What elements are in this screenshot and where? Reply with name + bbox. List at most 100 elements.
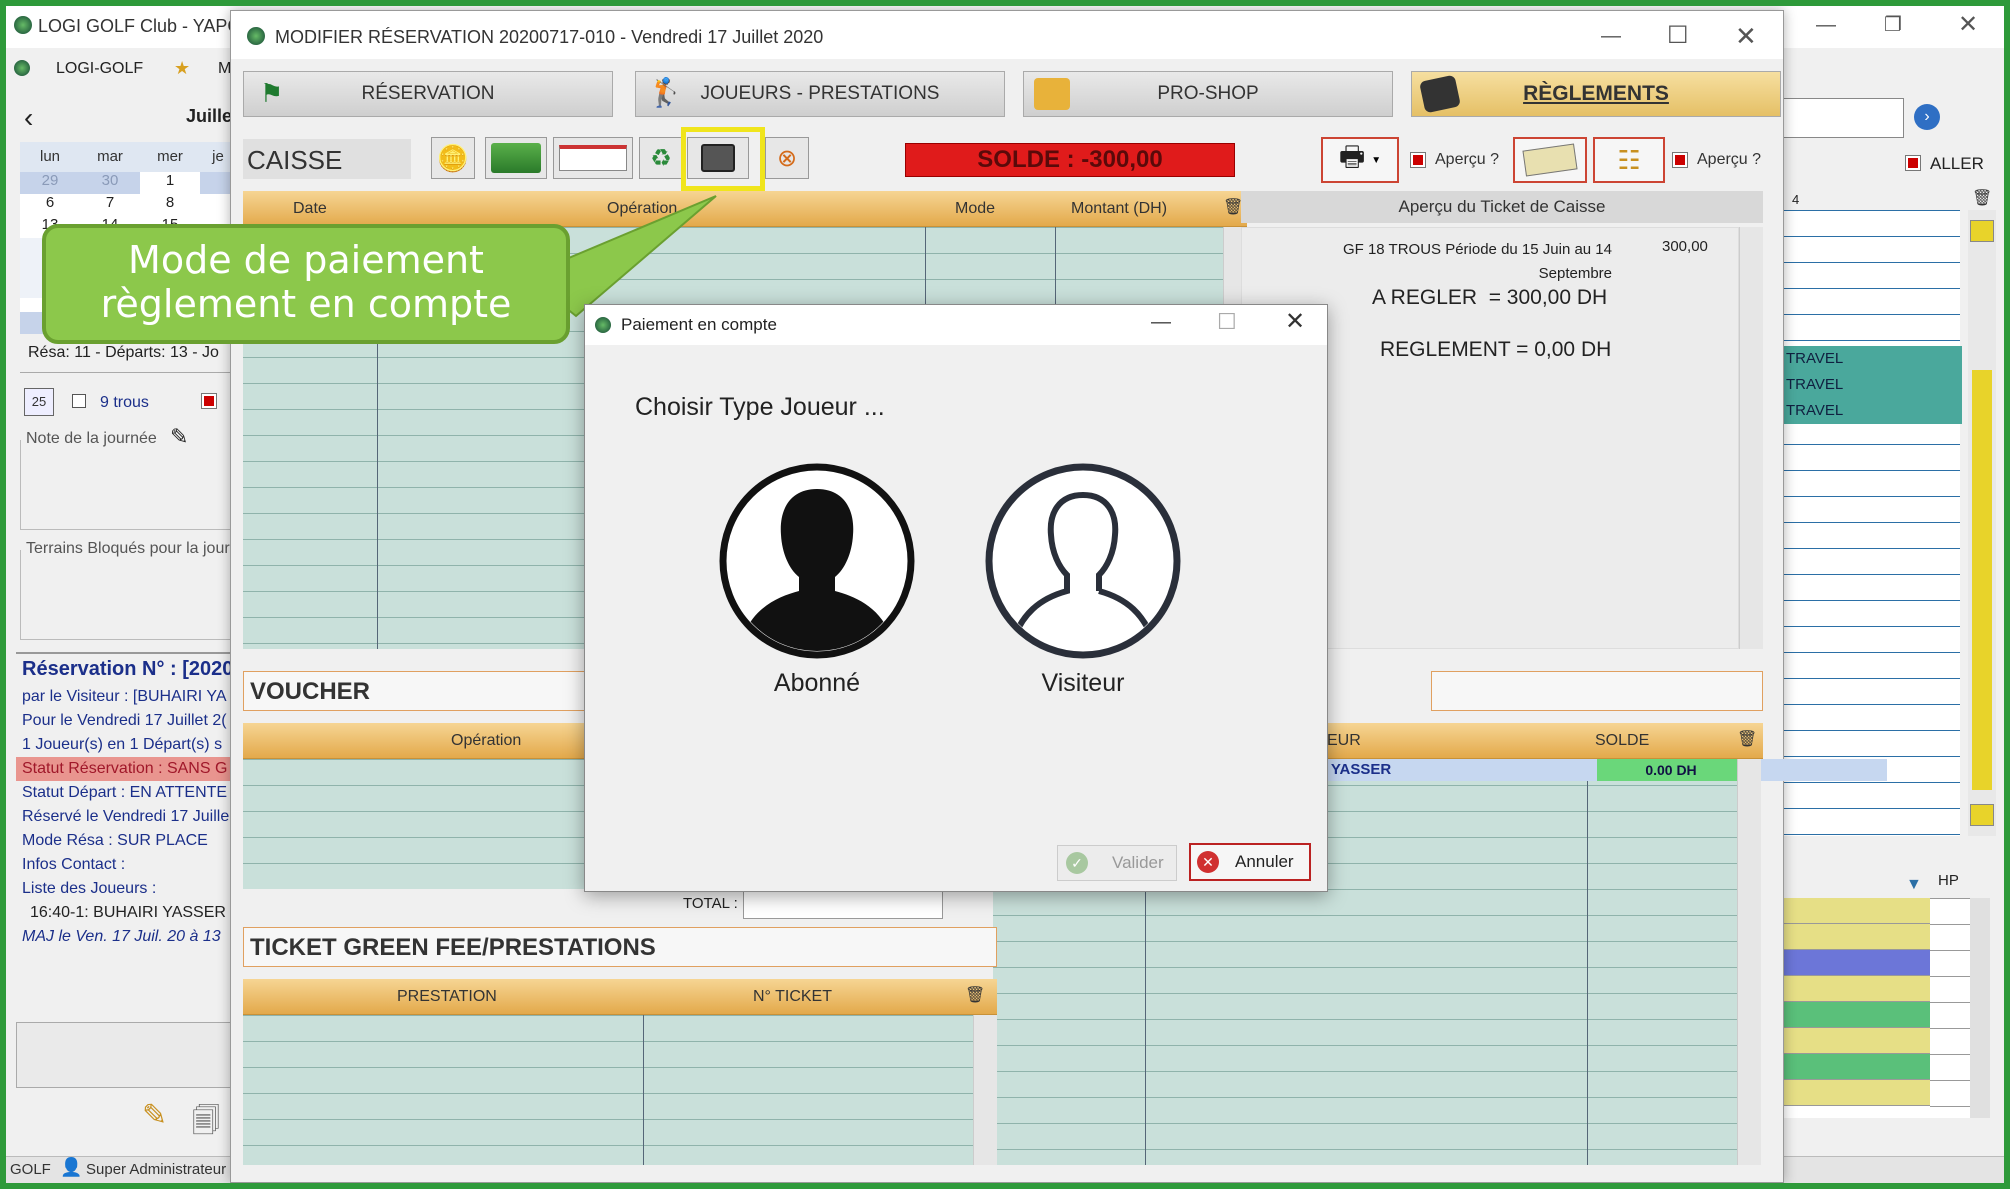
list-button[interactable]: ☷ [1593, 137, 1665, 183]
tab-joueurs-label: JOUEURS - PRESTATIONS [700, 83, 940, 104]
aller-label: ALLER [1930, 154, 1984, 173]
solde-text: SOLDE : -300,00 [977, 146, 1163, 173]
cal-day[interactable]: 6 [20, 194, 80, 216]
ticket-preview-header: Aperçu du Ticket de Caisse [1241, 191, 1763, 223]
member-avatar-icon [719, 463, 915, 659]
tab-joueurs[interactable]: 🏌 JOUEURS - PRESTATIONS [635, 71, 1005, 117]
flag-icon: ⚑ [260, 78, 284, 108]
bg-restore-button[interactable]: ❐ [1884, 12, 1902, 37]
cancel-payment-button[interactable]: ⊗ [765, 137, 809, 179]
right-lower-scroll[interactable] [1970, 898, 1990, 1118]
voucher-col-operation[interactable]: Opération [451, 732, 521, 750]
cal-day[interactable]: 8 [140, 194, 200, 216]
tab-proshop-label: PRO-SHOP [1157, 83, 1259, 104]
cash-coins-button[interactable]: 🪙 [431, 137, 475, 179]
col-montant[interactable]: Montant (DH) [1071, 200, 1167, 218]
cal-day[interactable]: 1 [140, 172, 200, 194]
ticket-line: GF 18 TROUS Période du 15 Juin au 14 Sep… [1342, 241, 1612, 282]
resa-count: Résa: 11 - Départs: 13 - Jo [28, 344, 219, 361]
callout-box: Mode de paiement règlement en compte [42, 224, 570, 344]
tab-reglements[interactable]: RÈGLEMENTS [1411, 71, 1781, 117]
day-mar: mar [97, 148, 123, 165]
apercu-checkbox-1[interactable] [1410, 152, 1426, 168]
list-icon: ☷ [1617, 144, 1641, 175]
travel-row[interactable]: TRAVEL [1782, 346, 1962, 372]
total-label: TOTAL : [683, 895, 738, 912]
main-maximize-button[interactable]: ☐ [1667, 21, 1689, 50]
caisse-label-box: CAISSE [243, 139, 411, 179]
col-mode[interactable]: Mode [955, 200, 995, 218]
players-scrollbar[interactable] [1737, 759, 1761, 1165]
cal-day[interactable]: 29 [20, 172, 80, 194]
edit-icon[interactable]: ✎ [142, 1098, 167, 1133]
visitor-label: Visiteur [1041, 669, 1125, 697]
dialog-logo-icon [595, 317, 611, 333]
ticket-scrollbar[interactable] [973, 1015, 997, 1165]
main-minimize-button[interactable]: — [1601, 25, 1621, 48]
filter-icon[interactable]: ▼ [1906, 876, 1922, 894]
member-option[interactable]: Abonné [717, 461, 917, 701]
player-row[interactable]: AIRI YASSER 0.00 DH [1293, 759, 1887, 781]
col-date[interactable]: Date [293, 200, 327, 218]
wallet-icon [1419, 74, 1461, 114]
callout-line-2: règlement en compte [100, 282, 512, 326]
right-scrollbar[interactable] [1968, 210, 1996, 836]
nine-holes-checkbox[interactable] [72, 394, 86, 408]
bg-minimize-button[interactable]: — [1816, 14, 1836, 37]
annuler-button[interactable]: ✕ Annuler [1189, 843, 1311, 881]
ticket-button[interactable] [1513, 137, 1587, 183]
dialog-minimize-button[interactable]: — [1151, 311, 1171, 334]
note-area[interactable] [20, 440, 236, 530]
ticket-preview-scrollbar[interactable] [1739, 227, 1763, 649]
valider-button[interactable]: ✓ Valider [1057, 845, 1177, 881]
solde-display: SOLDE : -300,00 [905, 143, 1235, 177]
status-golf: GOLF [10, 1161, 51, 1178]
aller-checkbox[interactable] [1905, 155, 1921, 171]
resa-date: Pour le Vendredi 17 Juillet 2( [22, 712, 227, 729]
trash-icon[interactable]: 🗑 [1972, 188, 1992, 208]
resa-player-line: 16:40-1: BUHAIRI YASSER MI [30, 904, 236, 921]
caisse-label: CAISSE [247, 145, 343, 175]
tab-proshop[interactable]: PRO-SHOP [1023, 71, 1393, 117]
col-solde[interactable]: SOLDE [1595, 732, 1649, 750]
right-col-number: 4 [1792, 192, 1800, 207]
apercu-checkbox-2[interactable] [1672, 152, 1688, 168]
status-user: Super Administrateur [86, 1161, 227, 1178]
trash-icon[interactable]: 🗑 [965, 985, 985, 1005]
cancel-coins-icon: ⊗ [776, 144, 798, 172]
caisse-table-header: Date Opération Mode Montant (DH) 🗑 [243, 191, 1247, 227]
tab-reservation[interactable]: ⚑ RÉSERVATION [243, 71, 613, 117]
right-schedule: TRAVEL TRAVEL TRAVEL [1780, 210, 1962, 836]
annuler-label: Annuler [1235, 852, 1294, 871]
col-prestation[interactable]: PRESTATION [397, 988, 497, 1006]
ticket-preview-title: Aperçu du Ticket de Caisse [1398, 197, 1606, 216]
go-arrow-icon[interactable]: › [1914, 104, 1940, 130]
print-button[interactable]: 🖶 ▼ [1321, 137, 1399, 183]
payment-dialog: Paiement en compte — ☐ ✕ Choisir Type Jo… [584, 304, 1328, 892]
calendar-prev-icon[interactable]: ‹ [24, 102, 33, 134]
dialog-close-button[interactable]: ✕ [1285, 307, 1305, 336]
menu-logo-icon [14, 60, 30, 76]
travel-row[interactable]: TRAVEL [1782, 398, 1962, 424]
document-icon[interactable]: 🗐 [192, 1100, 220, 1148]
travel-row[interactable]: TRAVEL [1782, 372, 1962, 398]
bg-search-field[interactable] [1772, 98, 1904, 138]
calendar-date-icon[interactable]: 25 [24, 388, 54, 416]
bg-window-title: LOGI GOLF Club - YAPC [38, 16, 241, 36]
bg-close-button[interactable]: ✕ [1958, 10, 1978, 39]
menu-logigolf[interactable]: LOGI-GOLF [56, 60, 143, 78]
cancel-icon: ✕ [1197, 851, 1219, 873]
resa-contact: Infos Contact : [22, 856, 126, 873]
cal-day[interactable]: 30 [80, 172, 140, 194]
trash-icon[interactable]: 🗑 [1737, 729, 1757, 749]
main-close-button[interactable]: ✕ [1735, 21, 1757, 52]
nine-holes-label: 9 trous [100, 394, 149, 411]
option-checkbox[interactable] [201, 393, 217, 409]
left-sep [20, 372, 236, 373]
resa-updated: MAJ le Ven. 17 Juil. 20 à 13 [22, 928, 221, 945]
visitor-option[interactable]: Visiteur [983, 461, 1183, 701]
cal-day[interactable]: 7 [80, 194, 140, 216]
col-ticket[interactable]: N° TICKET [753, 988, 832, 1006]
user-icon: 👤 [60, 1157, 83, 1177]
dialog-maximize-button[interactable]: ☐ [1217, 309, 1237, 335]
